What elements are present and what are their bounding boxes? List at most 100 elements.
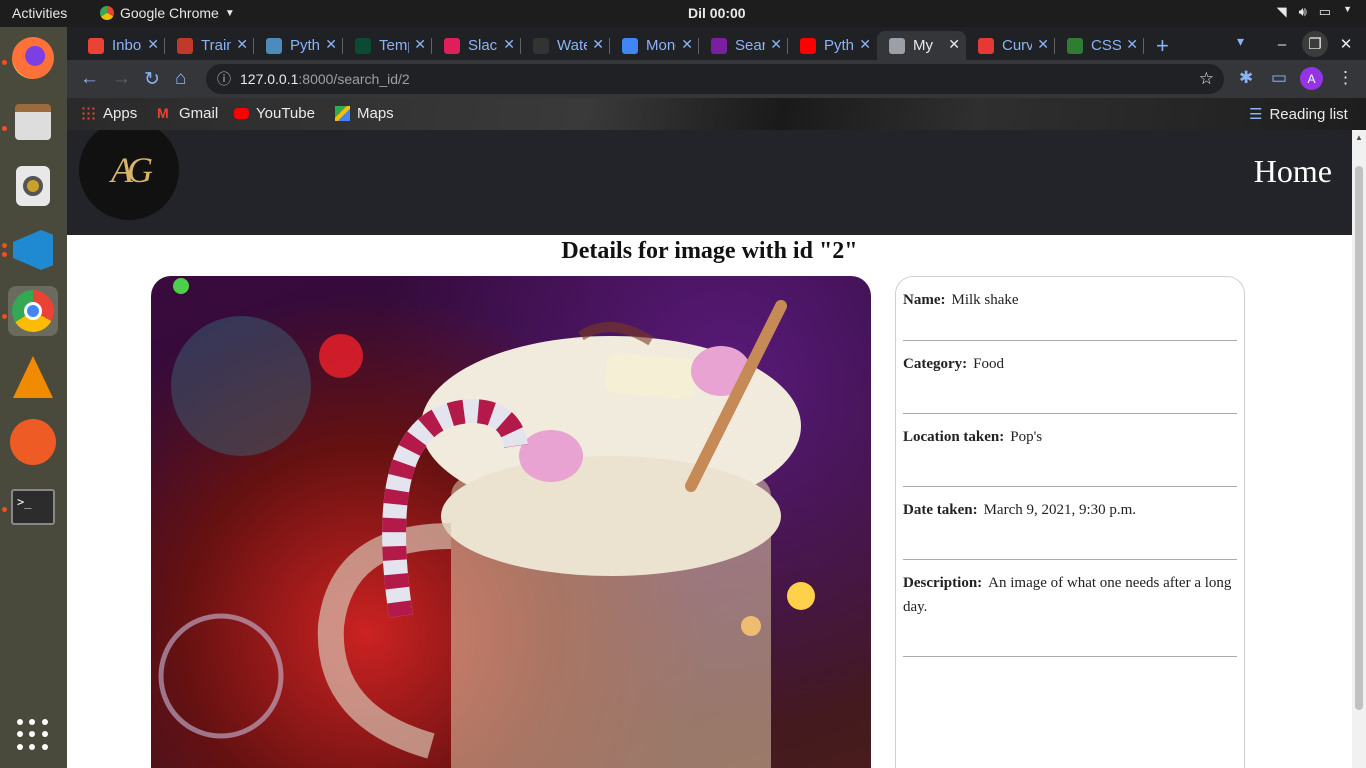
tab-title: Python xyxy=(290,37,320,54)
app-menu[interactable]: Google Chrome ▼ xyxy=(100,5,235,21)
nav-home-link[interactable]: Home xyxy=(1254,153,1332,190)
trello-icon xyxy=(177,37,193,54)
detail-name: Name: Milk shake xyxy=(903,277,1237,341)
browser-tab[interactable]: CSS ✕ xyxy=(1055,31,1144,60)
youtube-icon xyxy=(234,108,249,119)
bookmark-label: Apps xyxy=(103,105,138,122)
close-tab-icon[interactable]: ✕ xyxy=(236,36,248,53)
tab-title: Curve xyxy=(1002,37,1032,54)
vlc-icon[interactable] xyxy=(8,352,58,402)
detail-label: Name: xyxy=(903,292,946,308)
profile-avatar[interactable]: A xyxy=(1300,67,1323,90)
reading-list-label: Reading list xyxy=(1269,105,1348,123)
new-tab-button[interactable]: + xyxy=(1156,33,1169,59)
browser-tab[interactable]: Curve ✕ xyxy=(966,31,1055,60)
bookmark-youtube[interactable]: YouTube xyxy=(234,105,315,122)
close-tab-icon[interactable]: ✕ xyxy=(503,36,515,53)
milkshake-illustration xyxy=(158,278,815,768)
clock[interactable]: Dil 00:00 xyxy=(688,5,746,21)
scroll-up-icon[interactable]: ▲ xyxy=(1355,133,1363,142)
globe-icon xyxy=(889,37,905,54)
detail-category: Category: Food xyxy=(903,341,1237,414)
tab-title: Inbox xyxy=(112,37,142,54)
site-navbar: AG Home xyxy=(67,130,1352,235)
page-scrollbar[interactable]: ▲ xyxy=(1352,130,1366,768)
close-tab-icon[interactable]: ✕ xyxy=(948,36,960,53)
gmail-icon: M xyxy=(157,105,169,121)
close-tab-icon[interactable]: ✕ xyxy=(770,36,782,53)
browser-tab[interactable]: Python ✕ xyxy=(788,31,877,60)
reading-list-button[interactable]: ☰ Reading list xyxy=(1249,105,1348,124)
wifi-icon: ◥ xyxy=(1276,4,1287,19)
terminal-icon[interactable]: >_ xyxy=(8,482,58,532)
close-tab-icon[interactable]: ✕ xyxy=(147,36,159,53)
browser-tab[interactable]: Python ✕ xyxy=(254,31,343,60)
browser-tab[interactable]: Templates ✕ xyxy=(343,31,432,60)
close-tab-icon[interactable]: ✕ xyxy=(681,36,693,53)
minimize-button[interactable]: – xyxy=(1269,31,1295,57)
browser-tab[interactable]: Search ✕ xyxy=(699,31,788,60)
browser-tab[interactable]: My ✕ xyxy=(877,31,966,60)
bookmark-gmail[interactable]: M Gmail xyxy=(157,105,218,122)
tab-title: Templates xyxy=(379,37,409,54)
browser-tab[interactable]: Slack ✕ xyxy=(432,31,521,60)
activities-button[interactable]: Activities xyxy=(12,5,67,21)
bookmarks-bar: Apps M Gmail YouTube Maps ☰ Reading list xyxy=(67,98,1366,130)
apps-grid-icon xyxy=(81,106,96,121)
system-status-area[interactable]: ◥ 🔊︎ ▭ ▼ xyxy=(1277,4,1352,20)
files-icon[interactable] xyxy=(8,97,58,147)
bookmark-apps[interactable]: Apps xyxy=(81,105,137,122)
tab-title: CSS xyxy=(1091,37,1121,54)
close-window-button[interactable]: ✕ xyxy=(1333,31,1359,57)
detail-label: Description: xyxy=(903,575,983,591)
restore-button[interactable]: ❐ xyxy=(1302,31,1328,57)
tab-title: Slack xyxy=(468,37,498,54)
postman-icon[interactable] xyxy=(8,417,58,467)
browser-tab[interactable]: Inbox ✕ xyxy=(76,31,165,60)
back-button[interactable]: ← xyxy=(80,68,99,90)
address-bar[interactable]: ⓘ 127.0.0.1:8000/search_id/2 ☆ xyxy=(206,64,1224,94)
close-tab-icon[interactable]: ✕ xyxy=(414,36,426,53)
browser-tab[interactable]: Water ✕ xyxy=(521,31,610,60)
vscode-icon[interactable] xyxy=(8,225,58,275)
home-icon[interactable]: ⌂ xyxy=(175,68,186,90)
milkshake-photo xyxy=(151,276,871,768)
site-info-icon[interactable]: ⓘ xyxy=(217,64,231,94)
browser-toolbar: ← → ↻ ⌂ ⓘ 127.0.0.1:8000/search_id/2 ☆ ✱… xyxy=(67,60,1366,98)
close-tab-icon[interactable]: ✕ xyxy=(325,36,337,53)
close-tab-icon[interactable]: ✕ xyxy=(859,36,871,53)
detail-label: Category: xyxy=(903,356,968,372)
slack-icon xyxy=(444,37,460,54)
detail-value: Pop's xyxy=(1010,429,1043,445)
show-applications-icon[interactable] xyxy=(17,719,49,751)
close-tab-icon[interactable]: ✕ xyxy=(1126,36,1138,53)
forward-button[interactable]: → xyxy=(112,68,131,90)
reload-button[interactable]: ↻ xyxy=(144,68,160,91)
rhythmbox-icon[interactable] xyxy=(8,161,58,211)
tab-title: Python xyxy=(824,37,854,54)
tab-search-icon[interactable]: ▾ xyxy=(1237,33,1244,50)
w-icon xyxy=(1067,37,1083,54)
scrollbar-thumb[interactable] xyxy=(1355,166,1363,710)
extensions-icon[interactable]: ✱ xyxy=(1239,68,1253,88)
logo-text: AG xyxy=(111,150,153,190)
more-menu-icon[interactable]: ⋮ xyxy=(1337,68,1354,88)
detail-value: Food xyxy=(973,356,1004,372)
tab-title: Monday xyxy=(646,37,676,54)
site-logo[interactable]: AG xyxy=(79,130,179,220)
reading-list-icon: ☰ xyxy=(1249,106,1263,123)
cast-icon[interactable]: ▭ xyxy=(1271,68,1287,88)
chevron-down-icon: ▼ xyxy=(224,7,235,19)
bookmark-maps[interactable]: Maps xyxy=(335,105,394,122)
google-docs-icon xyxy=(622,37,638,54)
close-tab-icon[interactable]: ✕ xyxy=(1037,36,1049,53)
bookmark-star-icon[interactable]: ☆ xyxy=(1199,64,1214,94)
firefox-icon[interactable] xyxy=(8,33,58,83)
tab-separator xyxy=(1143,38,1144,54)
browser-tab[interactable]: Monday ✕ xyxy=(610,31,699,60)
close-tab-icon[interactable]: ✕ xyxy=(592,36,604,53)
detail-label: Date taken: xyxy=(903,502,978,518)
chrome-dock-icon[interactable] xyxy=(8,286,58,336)
browser-tab[interactable]: Training ✕ xyxy=(165,31,254,60)
python-icon xyxy=(266,37,282,54)
